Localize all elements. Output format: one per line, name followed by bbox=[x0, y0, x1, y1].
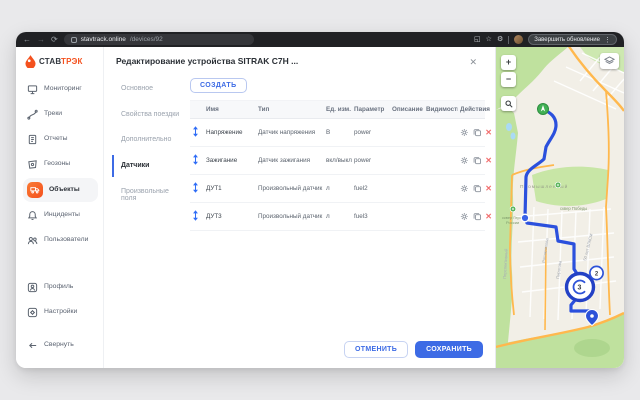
table-row: Напряжение Датчик напряжения В power ✕ bbox=[190, 119, 485, 147]
tab-custom-fields[interactable]: Произвольные поля bbox=[112, 181, 182, 210]
table-header-row: Имя Тип Ед. изм. Параметр Описание Видим… bbox=[190, 100, 485, 119]
sidebar: СТАВТРЭК Мониторинг Треки Отчеты bbox=[16, 47, 104, 368]
cluster-count: 3 bbox=[578, 285, 582, 292]
row-copy-icon[interactable] bbox=[473, 128, 482, 137]
back-icon[interactable]: ← bbox=[23, 36, 31, 44]
collapse-arrow-icon bbox=[27, 340, 38, 351]
logo-flame-icon bbox=[25, 55, 36, 68]
app-logo: СТАВТРЭК bbox=[23, 54, 98, 78]
sensors-table: Имя Тип Ед. изм. Параметр Описание Видим… bbox=[190, 100, 485, 231]
row-copy-icon[interactable] bbox=[473, 212, 482, 221]
cluster-badge[interactable]: 2 bbox=[590, 266, 603, 279]
search-icon bbox=[505, 100, 513, 108]
reports-icon bbox=[27, 134, 38, 145]
svg-text:России: России bbox=[506, 220, 519, 225]
finish-update-button[interactable]: Завершить обновление ⋮ bbox=[528, 34, 617, 45]
objects-icon bbox=[27, 182, 43, 198]
cluster-marker[interactable]: 3 bbox=[567, 274, 594, 301]
sidebar-item-objects[interactable]: Объекты bbox=[23, 178, 98, 202]
toolbar-divider bbox=[508, 36, 509, 44]
map-label-park: сквер Победы bbox=[560, 206, 587, 211]
address-bar[interactable]: stavtrack.online/devices/92 bbox=[64, 34, 254, 45]
tracks-icon bbox=[27, 109, 38, 120]
profile-avatar[interactable] bbox=[514, 35, 523, 44]
route-start-marker[interactable] bbox=[538, 104, 549, 115]
settings-gear-icon bbox=[27, 307, 38, 318]
modal-tabs: Основное Свойства поездки Дополнительно … bbox=[112, 78, 182, 360]
sidebar-item-geozones[interactable]: Геозоны bbox=[23, 153, 98, 176]
drag-handle-icon[interactable] bbox=[192, 154, 199, 165]
table-row: ДУТ3 Произвольный датчик л fuel3 ✕ bbox=[190, 203, 485, 231]
row-copy-icon[interactable] bbox=[473, 184, 482, 193]
map-layers-button[interactable] bbox=[600, 53, 619, 69]
modal-title: Редактирование устройства SITRAK C7H ... bbox=[116, 56, 298, 66]
logo-text: СТАВТРЭК bbox=[39, 57, 83, 66]
row-delete-icon[interactable]: ✕ bbox=[485, 213, 492, 221]
drag-handle-icon[interactable] bbox=[192, 210, 199, 221]
map-panel[interactable]: Промышленный сквер Победы сквер Героев Р… bbox=[496, 47, 624, 368]
cancel-button[interactable]: ОТМЕНИТЬ bbox=[344, 341, 408, 358]
row-delete-icon[interactable]: ✕ bbox=[485, 129, 492, 137]
drag-handle-icon[interactable] bbox=[192, 182, 199, 193]
tab-additional[interactable]: Дополнительно bbox=[112, 129, 182, 151]
edit-device-modal: Редактирование устройства SITRAK C7H ...… bbox=[104, 47, 496, 368]
sidebar-item-reports[interactable]: Отчеты bbox=[23, 128, 98, 151]
row-delete-icon[interactable]: ✕ bbox=[485, 157, 492, 165]
sidebar-item-profile[interactable]: Профиль bbox=[23, 276, 98, 299]
profile-icon bbox=[27, 282, 38, 293]
row-settings-gear-icon[interactable] bbox=[460, 212, 469, 221]
table-row: Зажигание Датчик зажигания вкл/выкл powe… bbox=[190, 147, 485, 175]
row-copy-icon[interactable] bbox=[473, 156, 482, 165]
sidebar-item-tracks[interactable]: Треки bbox=[23, 103, 98, 126]
sidebar-item-users[interactable]: Пользователи bbox=[23, 229, 98, 252]
sidebar-item-incidents[interactable]: Инциденты bbox=[23, 204, 98, 227]
table-row: ДУТ1 Произвольный датчик л fuel2 ✕ bbox=[190, 175, 485, 203]
layers-icon bbox=[604, 56, 615, 66]
bookmark-star-icon[interactable]: ☆ bbox=[486, 36, 492, 43]
sidebar-item-settings[interactable]: Настройки bbox=[23, 301, 98, 324]
browser-window: ← → ⟳ stavtrack.online/devices/92 ◱ ☆ ⚙ … bbox=[16, 32, 624, 368]
geozones-icon bbox=[27, 159, 38, 170]
url-path: /devices/92 bbox=[130, 36, 163, 43]
reload-icon[interactable]: ⟳ bbox=[51, 36, 58, 44]
users-icon bbox=[27, 235, 38, 246]
forward-icon[interactable]: → bbox=[37, 36, 45, 44]
finish-update-label: Завершить обновление bbox=[534, 37, 600, 43]
tab-trip-properties[interactable]: Свойства поездки bbox=[112, 104, 182, 126]
url-host: stavtrack.online bbox=[81, 36, 126, 43]
close-icon[interactable]: ✕ bbox=[469, 58, 477, 67]
monitor-icon bbox=[27, 84, 38, 95]
row-settings-gear-icon[interactable] bbox=[460, 184, 469, 193]
zoom-in-button[interactable]: + bbox=[501, 55, 516, 70]
site-settings-icon[interactable] bbox=[71, 37, 77, 43]
create-button[interactable]: СОЗДАТЬ bbox=[190, 78, 247, 93]
map-search-button[interactable] bbox=[501, 96, 516, 111]
zoom-out-button[interactable]: − bbox=[501, 72, 516, 87]
tab-main[interactable]: Основное bbox=[112, 78, 182, 100]
drag-handle-icon[interactable] bbox=[192, 126, 199, 137]
browser-toolbar: ← → ⟳ stavtrack.online/devices/92 ◱ ☆ ⚙ … bbox=[16, 32, 624, 47]
row-delete-icon[interactable]: ✕ bbox=[485, 185, 492, 193]
sidebar-collapse-button[interactable]: Свернуть bbox=[23, 334, 98, 357]
kebab-menu-icon[interactable]: ⋮ bbox=[604, 36, 611, 44]
route-waypoint-marker[interactable] bbox=[521, 214, 529, 222]
row-settings-gear-icon[interactable] bbox=[460, 128, 469, 137]
row-settings-gear-icon[interactable] bbox=[460, 156, 469, 165]
tab-sensors[interactable]: Датчики bbox=[112, 155, 182, 177]
extensions-icon[interactable]: ⚙ bbox=[497, 36, 503, 43]
page-info-icon[interactable]: ◱ bbox=[474, 36, 481, 43]
incidents-bell-icon bbox=[27, 210, 38, 221]
save-button[interactable]: СОХРАНИТЬ bbox=[415, 341, 483, 358]
sidebar-item-monitoring[interactable]: Мониторинг bbox=[23, 78, 98, 101]
